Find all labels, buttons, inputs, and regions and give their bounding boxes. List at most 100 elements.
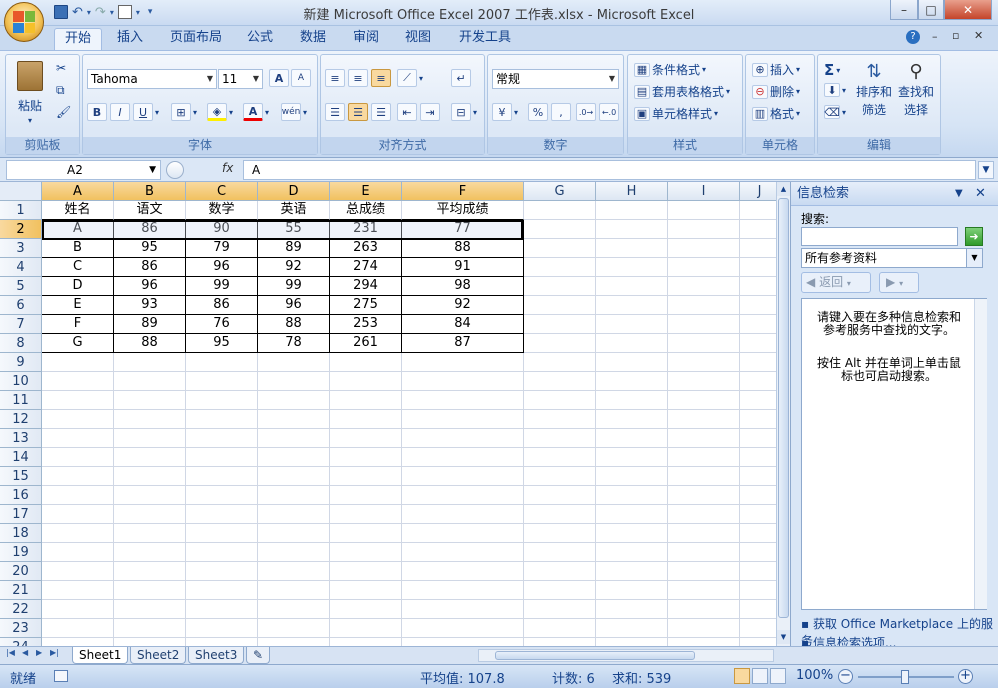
- cell-D17[interactable]: [258, 505, 330, 524]
- page-break-view-button[interactable]: [770, 668, 786, 684]
- cell-E20[interactable]: [330, 562, 402, 581]
- cell-B6[interactable]: 93: [114, 296, 186, 315]
- cell-F20[interactable]: [402, 562, 524, 581]
- cell-A13[interactable]: [42, 429, 114, 448]
- cell-J23[interactable]: [740, 619, 780, 638]
- cell-C14[interactable]: [186, 448, 258, 467]
- cell-C13[interactable]: [186, 429, 258, 448]
- cell-H4[interactable]: [596, 258, 668, 277]
- cell-C5[interactable]: 99: [186, 277, 258, 296]
- cell-H23[interactable]: [596, 619, 668, 638]
- cell-F10[interactable]: [402, 372, 524, 391]
- cell-H1[interactable]: [596, 201, 668, 220]
- row-header-16[interactable]: 16: [0, 486, 42, 505]
- bold-button[interactable]: B: [87, 103, 107, 121]
- formula-cancel-icon[interactable]: [166, 161, 184, 179]
- cell-C6[interactable]: 86: [186, 296, 258, 315]
- cell-E19[interactable]: [330, 543, 402, 562]
- merge-center-button[interactable]: ⊟ ▾: [451, 103, 477, 121]
- cell-E3[interactable]: 263: [330, 239, 402, 258]
- row-header-11[interactable]: 11: [0, 391, 42, 410]
- font-color-button[interactable]: A ▾: [243, 103, 269, 121]
- align-left-button[interactable]: ☰: [325, 103, 345, 121]
- cell-J1[interactable]: [740, 201, 780, 220]
- cell-B20[interactable]: [114, 562, 186, 581]
- cell-H2[interactable]: [596, 220, 668, 239]
- sheet-tab-2[interactable]: Sheet2: [130, 647, 187, 664]
- align-top-button[interactable]: ≡: [325, 69, 345, 87]
- cell-G4[interactable]: [524, 258, 596, 277]
- row-header-7[interactable]: 7: [0, 315, 42, 334]
- cell-E15[interactable]: [330, 467, 402, 486]
- cell-F13[interactable]: [402, 429, 524, 448]
- search-input[interactable]: [801, 227, 958, 246]
- column-header-J[interactable]: J: [740, 182, 780, 201]
- paste-button[interactable]: 粘贴 ▾: [12, 61, 48, 125]
- row-header-20[interactable]: 20: [0, 562, 42, 581]
- expand-formula-bar-icon[interactable]: ▼: [978, 161, 994, 179]
- workbook-close-icon[interactable]: ✕: [974, 29, 983, 42]
- cell-A7[interactable]: F: [42, 315, 114, 334]
- cell-J16[interactable]: [740, 486, 780, 505]
- cell-B12[interactable]: [114, 410, 186, 429]
- cell-J7[interactable]: [740, 315, 780, 334]
- grow-font-button[interactable]: A: [269, 69, 289, 87]
- cell-E17[interactable]: [330, 505, 402, 524]
- help-icon[interactable]: ?: [906, 30, 920, 44]
- cell-E4[interactable]: 274: [330, 258, 402, 277]
- cell-A4[interactable]: C: [42, 258, 114, 277]
- cell-A6[interactable]: E: [42, 296, 114, 315]
- tab-data[interactable]: 数据: [290, 28, 336, 50]
- cell-H8[interactable]: [596, 334, 668, 353]
- tab-developer[interactable]: 开发工具: [449, 28, 521, 50]
- insert-function-button[interactable]: fx: [222, 161, 233, 175]
- cell-H17[interactable]: [596, 505, 668, 524]
- cell-B16[interactable]: [114, 486, 186, 505]
- cell-B13[interactable]: [114, 429, 186, 448]
- cell-J17[interactable]: [740, 505, 780, 524]
- cell-J8[interactable]: [740, 334, 780, 353]
- cell-G24[interactable]: [524, 638, 596, 646]
- phonetic-button[interactable]: wén ▾: [281, 103, 307, 121]
- cell-A11[interactable]: [42, 391, 114, 410]
- cell-D1[interactable]: 英语: [258, 201, 330, 220]
- tab-view[interactable]: 视图: [395, 28, 441, 50]
- zoom-slider[interactable]: [858, 670, 954, 684]
- cell-D24[interactable]: [258, 638, 330, 646]
- sheet-nav-last-icon[interactable]: ▶|: [50, 648, 59, 657]
- cell-I20[interactable]: [668, 562, 740, 581]
- cell-C19[interactable]: [186, 543, 258, 562]
- cell-E14[interactable]: [330, 448, 402, 467]
- format-painter-icon[interactable]: 🖌: [56, 105, 71, 119]
- find-select-button[interactable]: ⚲ 查找和 选择: [898, 61, 934, 118]
- row-header-21[interactable]: 21: [0, 581, 42, 600]
- cell-H13[interactable]: [596, 429, 668, 448]
- select-all-corner[interactable]: [0, 182, 42, 201]
- row-header-12[interactable]: 12: [0, 410, 42, 429]
- cell-A24[interactable]: [42, 638, 114, 646]
- cell-E9[interactable]: [330, 353, 402, 372]
- fill-button[interactable]: ⬇ ▾: [824, 83, 846, 97]
- cell-B24[interactable]: [114, 638, 186, 646]
- comma-button[interactable]: ,: [551, 103, 571, 121]
- vertical-scrollbar[interactable]: ▲ ▼: [776, 182, 790, 646]
- cell-G3[interactable]: [524, 239, 596, 258]
- cell-E6[interactable]: 275: [330, 296, 402, 315]
- cell-C12[interactable]: [186, 410, 258, 429]
- orientation-button[interactable]: ⟋ ▾: [397, 69, 423, 87]
- cell-G5[interactable]: [524, 277, 596, 296]
- font-size-select[interactable]: 11 ▼: [218, 69, 263, 89]
- cell-D9[interactable]: [258, 353, 330, 372]
- cell-E7[interactable]: 253: [330, 315, 402, 334]
- cell-H3[interactable]: [596, 239, 668, 258]
- sheet-tab-3[interactable]: Sheet3: [188, 647, 245, 664]
- source-select[interactable]: 所有参考资料 ▼: [801, 248, 983, 268]
- cell-C16[interactable]: [186, 486, 258, 505]
- format-as-table-button[interactable]: ▤ 套用表格格式 ▾: [634, 83, 730, 100]
- cell-D20[interactable]: [258, 562, 330, 581]
- cell-C17[interactable]: [186, 505, 258, 524]
- cell-E16[interactable]: [330, 486, 402, 505]
- wrap-text-button[interactable]: ↵: [451, 69, 471, 87]
- cell-J9[interactable]: [740, 353, 780, 372]
- cell-A12[interactable]: [42, 410, 114, 429]
